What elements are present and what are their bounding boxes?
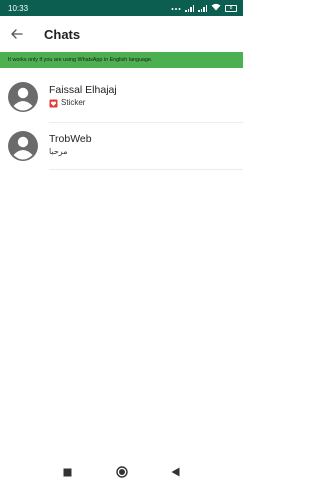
chat-item[interactable]: Faissal Elhajaj Sticker <box>0 68 243 123</box>
arrow-back-icon <box>11 29 23 39</box>
back-icon <box>171 467 180 477</box>
avatar <box>8 131 38 161</box>
signal-icon <box>185 4 194 12</box>
chat-preview-text: مرحبا <box>49 147 68 156</box>
home-button[interactable] <box>115 465 129 479</box>
dots-icon <box>171 4 181 13</box>
chat-item[interactable]: TrobWeb مرحبا <box>0 123 243 170</box>
back-button[interactable] <box>1 16 33 52</box>
recents-icon <box>63 468 72 476</box>
app-bar: Chats <box>0 16 243 52</box>
wifi-icon <box>211 3 221 13</box>
chat-preview: مرحبا <box>49 147 92 157</box>
page-title: Chats <box>44 26 81 42</box>
recents-button[interactable] <box>61 465 75 479</box>
avatar <box>8 82 38 112</box>
sticker-icon <box>49 99 58 107</box>
home-icon <box>115 466 128 478</box>
chat-text: TrobWeb مرحبا <box>49 133 92 157</box>
chat-name: TrobWeb <box>49 133 92 145</box>
info-banner: It works only if you are using WhatsApp … <box>0 52 243 68</box>
chat-text: Faissal Elhajaj Sticker <box>49 84 117 108</box>
person-icon <box>8 82 38 112</box>
status-bar: 10:33 8 <box>0 0 243 16</box>
status-icons: 8 <box>171 3 237 13</box>
nav-bar <box>0 457 243 487</box>
chat-preview-text: Sticker <box>61 98 86 107</box>
screen: 10:33 8 Chats It works only if you are u… <box>0 0 243 487</box>
status-time: 10:33 <box>8 3 29 13</box>
chat-preview: Sticker <box>49 98 117 108</box>
signal-icon-2 <box>198 4 207 12</box>
back-nav-button[interactable] <box>169 465 183 479</box>
battery-icon: 8 <box>225 4 237 12</box>
person-icon <box>8 131 38 161</box>
divider <box>49 169 243 170</box>
chat-list: Faissal Elhajaj Sticker TrobWeb مرحبا <box>0 68 243 170</box>
chat-name: Faissal Elhajaj <box>49 84 117 96</box>
